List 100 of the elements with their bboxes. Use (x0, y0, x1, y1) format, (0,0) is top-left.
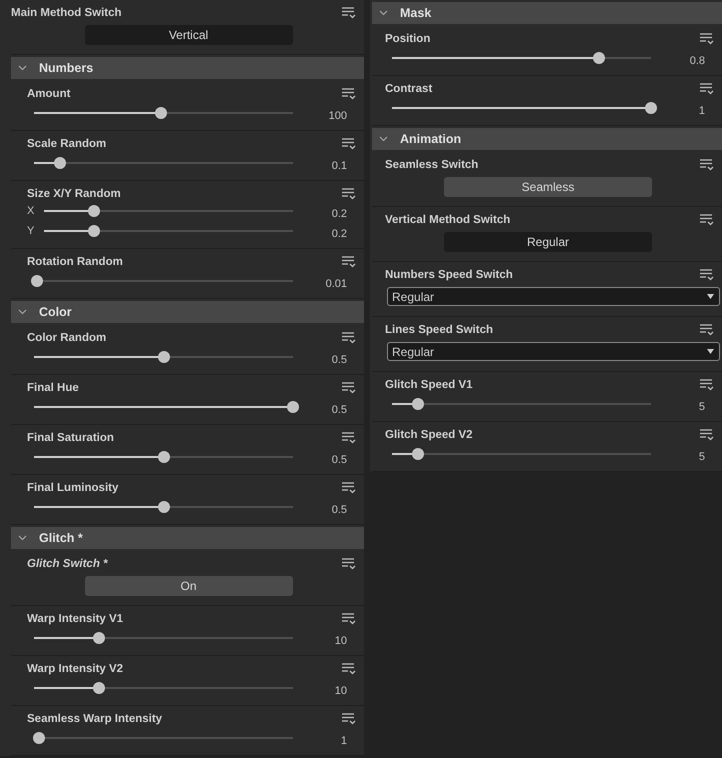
menu-icon[interactable] (700, 324, 714, 336)
value-text: 0.2 (330, 228, 348, 240)
menu-icon[interactable] (700, 269, 714, 281)
value-text: 0.5 (330, 354, 348, 366)
menu-icon[interactable] (342, 138, 356, 150)
section-header[interactable]: Numbers (11, 57, 364, 79)
control-label: Vertical Method Switch (385, 214, 510, 226)
section-header[interactable]: Color (11, 301, 364, 323)
chevron-down-icon (379, 10, 388, 16)
section-title: Glitch * (39, 531, 83, 545)
menu-icon[interactable] (342, 188, 356, 200)
value-text: 5 (698, 401, 706, 413)
section-header[interactable]: Mask (372, 2, 722, 24)
control-label: Seamless Switch (385, 159, 478, 171)
control-label: Lines Speed Switch (385, 324, 493, 336)
dropdown-value: Regular (392, 344, 434, 358)
menu-icon[interactable] (342, 332, 356, 344)
slider-handle[interactable] (593, 52, 606, 64)
toggle-button[interactable]: Seamless (444, 177, 652, 197)
slider-handle[interactable] (30, 275, 43, 287)
slider-handle[interactable] (33, 732, 46, 744)
control-label: Warp Intensity V1 (27, 613, 124, 625)
value-text: 1 (340, 735, 348, 747)
menu-icon[interactable] (342, 482, 356, 494)
value-text: 0.1 (330, 160, 348, 172)
menu-icon[interactable] (342, 256, 356, 268)
value-text: 10 (334, 685, 348, 697)
value-text: 0.5 (330, 404, 348, 416)
control-label: Main Method Switch (11, 7, 122, 19)
control-label: Glitch Speed V2 (385, 429, 473, 441)
chevron-down-icon (18, 534, 27, 542)
control-label: Rotation Random (27, 256, 123, 268)
toggle-button[interactable]: Vertical (84, 25, 292, 45)
menu-icon[interactable] (342, 7, 356, 19)
slider-handle[interactable] (92, 632, 105, 644)
caret-icon (707, 349, 714, 354)
control-label: Contrast (385, 83, 432, 95)
slider-handle[interactable] (54, 157, 66, 169)
chevron-down-icon (18, 308, 27, 316)
toggle-button[interactable]: On (84, 576, 292, 596)
section-title: Color (39, 305, 72, 319)
slider-handle[interactable] (412, 398, 424, 410)
control-label: Size X/Y Random (27, 188, 121, 200)
menu-icon[interactable] (700, 159, 714, 171)
slider-handle[interactable] (158, 351, 170, 363)
chevron-down-icon (379, 136, 388, 142)
slider-handle[interactable] (158, 451, 170, 463)
menu-icon[interactable] (700, 379, 714, 391)
chevron-down-icon (18, 64, 27, 72)
value-text: 0.8 (688, 55, 706, 67)
slider-handle[interactable] (287, 401, 299, 413)
control-label: Final Saturation (27, 432, 114, 444)
menu-icon[interactable] (700, 33, 714, 45)
value-text: 10 (334, 635, 348, 647)
control-label: Color Random (27, 332, 106, 344)
caret-icon (707, 294, 714, 299)
value-text: 1 (698, 105, 706, 117)
slider-handle[interactable] (88, 225, 100, 237)
menu-icon[interactable] (342, 382, 356, 394)
section-title: Animation (400, 132, 462, 146)
control-label: Amount (27, 88, 70, 100)
dropdown[interactable]: Regular (387, 342, 720, 361)
value-text: 0.5 (330, 504, 348, 516)
value-text: 0.5 (330, 454, 348, 466)
control-label: Final Luminosity (27, 482, 118, 494)
section-title: Numbers (39, 61, 94, 75)
axis-label: Y (27, 225, 36, 237)
axis-label: X (27, 205, 36, 217)
slider-handle[interactable] (645, 102, 657, 114)
toggle-button[interactable]: Regular (444, 232, 652, 252)
value-text: 5 (698, 451, 706, 463)
slider-handle[interactable] (92, 682, 105, 694)
slider-handle[interactable] (88, 205, 100, 217)
menu-icon[interactable] (342, 713, 356, 725)
control-label: Final Hue (27, 382, 79, 394)
dropdown[interactable]: Regular (387, 287, 720, 306)
section-header[interactable]: Glitch * (11, 527, 364, 549)
value-text: 100 (328, 110, 348, 122)
slider-handle[interactable] (154, 107, 167, 119)
menu-icon[interactable] (342, 558, 356, 570)
menu-icon[interactable] (700, 429, 714, 441)
section-header[interactable]: Animation (372, 128, 722, 150)
control-label: Glitch Switch * (27, 558, 108, 570)
slider-handle[interactable] (412, 448, 424, 460)
menu-icon[interactable] (700, 214, 714, 226)
control-label: Warp Intensity V2 (27, 663, 124, 675)
menu-icon[interactable] (342, 432, 356, 444)
control-label: Glitch Speed V1 (385, 379, 473, 391)
control-label: Numbers Speed Switch (385, 269, 513, 281)
section-title: Mask (400, 6, 432, 20)
slider-handle[interactable] (158, 501, 170, 513)
menu-icon[interactable] (700, 83, 714, 95)
menu-icon[interactable] (342, 613, 356, 625)
value-text: 0.2 (330, 208, 348, 220)
control-label: Position (385, 33, 430, 45)
dropdown-value: Regular (392, 290, 434, 304)
control-label: Seamless Warp Intensity (27, 713, 162, 725)
menu-icon[interactable] (342, 663, 356, 675)
menu-icon[interactable] (342, 88, 356, 100)
value-text: 0.01 (324, 278, 348, 290)
